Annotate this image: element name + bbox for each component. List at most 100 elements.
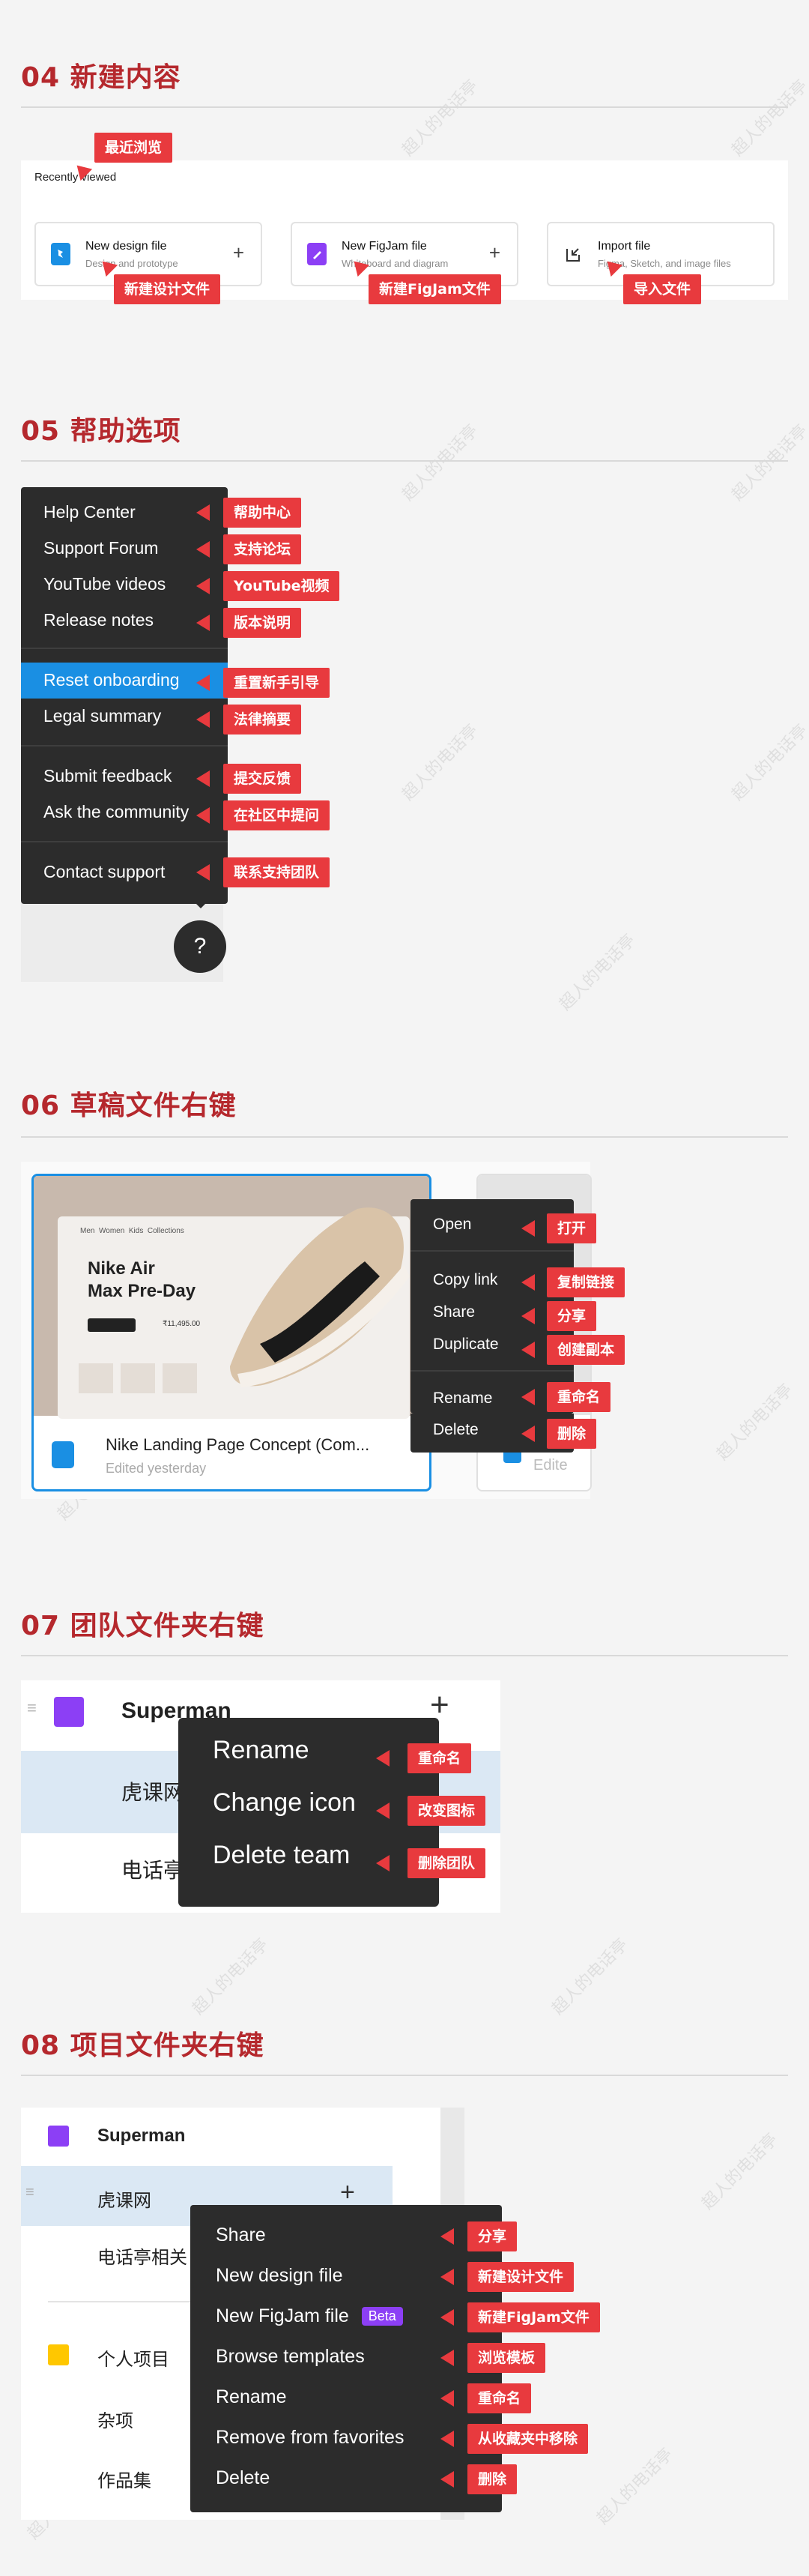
thumb-button [88,1318,136,1332]
menu-item-copy-link[interactable]: Copy link [433,1271,497,1289]
menu-item-help-center[interactable]: Help Center [43,502,136,522]
plus-icon: + [488,241,500,264]
callout: 在社区中提问 [223,800,330,830]
menu-item-rename[interactable]: Rename [213,1736,309,1765]
callout-arrow [440,2350,454,2366]
callout-new-design: 新建设计文件 [114,274,221,304]
help-button[interactable]: ? [174,920,226,973]
shoe-image [230,1207,410,1387]
menu-item-duplicate[interactable]: Duplicate [433,1336,499,1354]
team-name: Superman [97,2126,186,2146]
watermark: 超人的电话亭 [728,721,809,805]
menu-item-legal-summary[interactable]: Legal summary [43,706,161,726]
callout-arrow [376,1803,390,1819]
menu-item-new-figjam-file[interactable]: New FigJam file Beta [216,2305,403,2327]
menu-item-submit-feedback[interactable]: Submit feedback [43,766,172,786]
menu-item-ask-community[interactable]: Ask the community [43,802,189,822]
divider [21,1136,788,1138]
menu-item-youtube-videos[interactable]: YouTube videos [43,574,166,594]
callout: 打开 [547,1213,597,1243]
project-context-menu: Share New design file New FigJam file Be… [190,2205,502,2512]
callout: 联系支持团队 [223,857,330,887]
thumb-heading-1: Nike Air [88,1258,155,1279]
menu-item-reset-onboarding[interactable]: Reset onboarding [43,670,180,690]
menu-item-delete[interactable]: Delete [433,1421,479,1439]
watermark: 超人的电话亭 [593,2445,677,2529]
callout: YouTube视频 [223,571,340,601]
watermark: 超人的电话亭 [556,931,640,1015]
menu-item-share[interactable]: Share [433,1303,475,1321]
team-color-icon [48,2344,69,2365]
menu-item-support-forum[interactable]: Support Forum [43,538,158,558]
section-title: 06 草稿文件右键 [21,1091,237,1121]
menu-item-browse-templates[interactable]: Browse templates [216,2346,365,2368]
watermark: 超人的电话亭 [713,1381,797,1465]
section-title: 08 项目文件夹右键 [21,2030,264,2061]
callout-arrow [440,2390,454,2407]
divider [21,106,788,108]
callout: 分享 [467,2221,518,2251]
callout-arrow [521,1308,535,1324]
beta-badge: Beta [361,2307,403,2326]
callout-arrow [440,2431,454,2447]
callout: 删除 [547,1419,597,1449]
divider [21,2075,788,2076]
section-title: 05 帮助选项 [21,416,181,447]
divider [21,1655,788,1656]
menu-item-rename[interactable]: Rename [433,1390,492,1408]
file-thumbnail: Men Women Kids Collections Nike Air Max … [34,1176,429,1419]
callout-arrow [196,541,210,558]
project-row[interactable]: 作品集 [97,2466,151,2492]
drag-handle-icon[interactable]: ≡ [25,2184,34,2201]
callout-arrow [521,1220,535,1237]
plus-icon[interactable]: + [340,2178,355,2207]
menu-pointer [192,899,210,908]
watermark: 超人的电话亭 [728,76,809,160]
callout: 重命名 [547,1382,611,1412]
menu-item-open[interactable]: Open [433,1216,471,1234]
selected-file-card[interactable]: Men Women Kids Collections Nike Air Max … [31,1174,431,1491]
menu-item-remove-favorites[interactable]: Remove from favorites [216,2427,404,2449]
menu-item-change-icon[interactable]: Change icon [213,1788,356,1818]
callout-arrow [521,1426,535,1442]
plus-icon: + [232,241,244,264]
callout: 法律摘要 [223,705,302,735]
callout-arrow [196,770,210,787]
watermark: 超人的电话亭 [399,721,482,805]
menu-item-label: New FigJam file [216,2305,349,2326]
nav-item: Women [99,1227,125,1235]
project-row[interactable]: 电话亭 [121,1854,184,1884]
callout-arrow [196,675,210,691]
menu-item-delete[interactable]: Delete [216,2467,270,2489]
menu-separator [21,841,228,842]
callout: 创建副本 [547,1335,625,1365]
menu-item-rename[interactable]: Rename [216,2386,287,2408]
thumb-tile [79,1363,113,1393]
callout: 新建设计文件 [467,2262,575,2292]
callout: 重命名 [407,1743,472,1773]
callout-arrow [440,2309,454,2326]
menu-item-contact-support[interactable]: Contact support [43,862,165,882]
menu-item-share[interactable]: Share [216,2224,266,2246]
callout-arrow [521,1389,535,1405]
section-title: 04 新建内容 [21,62,181,93]
callout: 删除 [467,2464,518,2494]
section-title: 07 团队文件夹右键 [21,1611,264,1641]
drag-handle-icon[interactable]: ≡ [27,1698,37,1718]
project-row[interactable]: 虎课网 [121,1776,184,1806]
callout: 提交反馈 [223,764,302,794]
menu-separator [21,745,228,746]
project-row[interactable]: 电话亭相关 [97,2242,187,2269]
callout: 新建FigJam文件 [467,2302,600,2332]
project-row[interactable]: 杂项 [97,2406,133,2432]
thumb-tile [163,1363,197,1393]
callout-import: 导入文件 [623,274,702,304]
menu-item-delete-team[interactable]: Delete team [213,1841,350,1870]
callout: 删除团队 [407,1848,486,1878]
menu-item-new-design-file[interactable]: New design file [216,2265,343,2287]
menu-separator [410,1370,574,1372]
personal-projects[interactable]: 个人项目 [97,2344,169,2371]
menu-item-release-notes[interactable]: Release notes [43,610,154,630]
callout-arrow [440,2269,454,2285]
project-row[interactable]: 虎课网 [97,2186,151,2212]
